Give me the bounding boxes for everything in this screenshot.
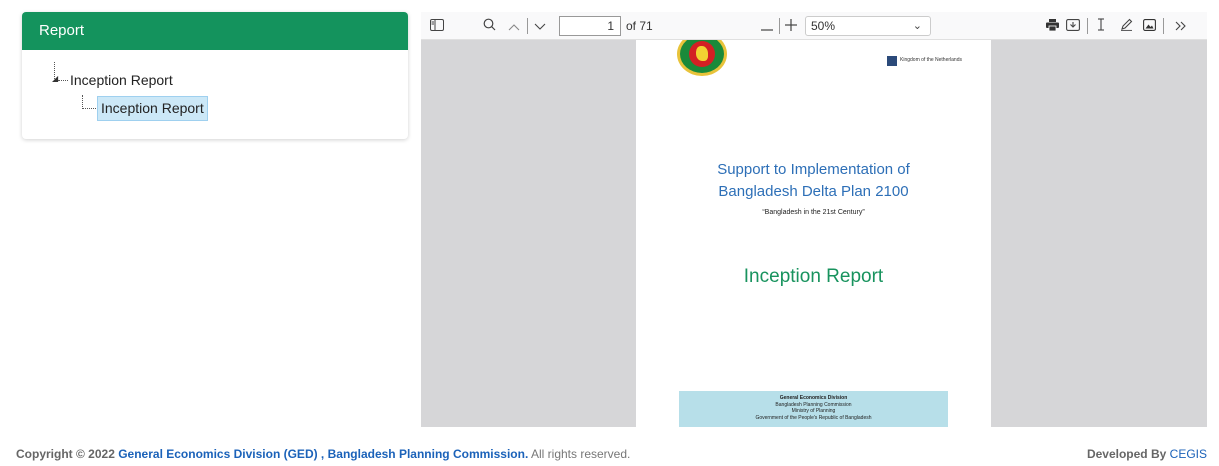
tree-expand-icon[interactable]: ◢ (52, 75, 58, 83)
tree-node-inception-report-parent[interactable]: Inception Report (70, 72, 173, 88)
copyright-prefix: Copyright © 2022 (16, 447, 115, 461)
report-panel: Report ◢ Inception Report Inception Repo… (22, 12, 408, 139)
zoom-out-icon[interactable] (759, 16, 775, 36)
document-report-title: Inception Report (743, 266, 884, 287)
toolbar-divider (1163, 18, 1164, 34)
document-title-line1: Support to Implementation of (717, 161, 910, 178)
tree-connector (82, 95, 83, 109)
page-count: of 71 (626, 19, 653, 33)
footer-developer: Developed By CEGIS (1087, 447, 1207, 461)
next-page-icon[interactable] (531, 16, 549, 36)
zoom-select[interactable]: 50% ⌄ (805, 16, 931, 36)
page-number-input[interactable]: 1 (559, 16, 621, 36)
save-icon[interactable] (1064, 16, 1082, 36)
toolbar-divider (1087, 18, 1088, 34)
toolbar-divider (527, 18, 528, 34)
organization-link[interactable]: General Economics Division (GED) , Bangl… (118, 447, 528, 461)
developer-link[interactable]: CEGIS (1170, 447, 1207, 461)
pdf-toolbar: 1 of 71 50% ⌄ (421, 12, 1207, 40)
pdf-viewer: 1 of 71 50% ⌄ Kingdom of the Netherlands… (421, 12, 1207, 427)
zoom-in-icon[interactable] (783, 16, 799, 36)
emblem-map-shape (696, 46, 708, 61)
developed-by-label: Developed By (1086, 447, 1167, 461)
chevron-down-icon: ⌄ (912, 20, 922, 32)
insert-image-icon[interactable] (1140, 16, 1158, 36)
more-tools-icon[interactable] (1171, 16, 1191, 36)
document-publisher-box: General Economics Division Bangladesh Pl… (679, 391, 948, 427)
partner-name: Kingdom of the Netherlands (900, 57, 962, 63)
emblem-red-circle (689, 41, 715, 67)
pdf-page: Kingdom of the Netherlands Support to Im… (636, 40, 991, 427)
netherlands-crest-logo (887, 56, 897, 66)
text-select-icon[interactable] (1093, 16, 1109, 36)
print-icon[interactable] (1043, 16, 1061, 36)
search-icon[interactable] (479, 16, 499, 36)
toolbar-divider (779, 18, 780, 34)
document-subtitle: “Bangladesh in the 21st Century” (762, 209, 865, 216)
report-panel-title: Report (22, 12, 408, 50)
tree-connector (82, 108, 96, 109)
rights-text: All rights reserved. (530, 447, 631, 461)
previous-page-icon[interactable] (505, 16, 523, 36)
zoom-value: 50% (811, 19, 836, 33)
document-title-line2: Bangladesh Delta Plan 2100 (718, 183, 909, 200)
footer-copyright: Copyright © 2022 General Economics Divis… (16, 447, 630, 461)
bangladesh-emblem-logo (677, 40, 727, 76)
draw-pen-icon[interactable] (1117, 16, 1135, 36)
report-tree: ◢ Inception Report Inception Report (22, 50, 408, 139)
tree-connector (58, 80, 68, 81)
tree-node-inception-report-selected[interactable]: Inception Report (97, 96, 208, 121)
publisher-line: Government of the People's Republic of B… (755, 414, 872, 421)
sidebar-toggle-icon[interactable] (427, 16, 447, 36)
